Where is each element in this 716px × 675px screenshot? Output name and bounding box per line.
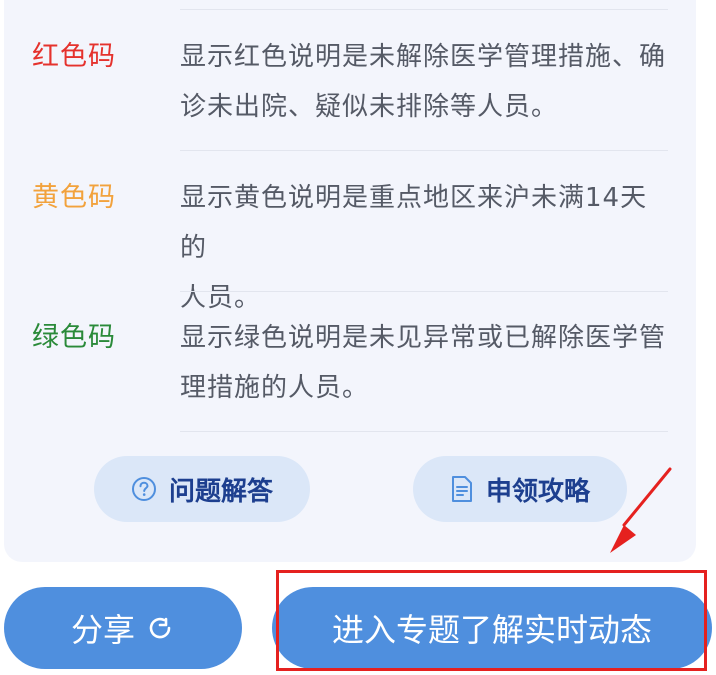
red-code-description: 显示红色说明是未解除医学管理措施、确 诊未出院、疑似未排除等人员。	[180, 42, 667, 122]
divider	[180, 291, 668, 292]
red-code-label: 红色码	[32, 41, 116, 72]
divider	[180, 9, 668, 10]
faq-button-label: 问题解答	[168, 476, 273, 507]
refresh-icon	[145, 613, 175, 643]
guide-button-label: 申领攻略	[485, 476, 590, 507]
green-code-description: 显示绿色说明是未见异常或已解除医学管 理措施的人员。	[180, 323, 667, 403]
divider	[180, 431, 668, 432]
share-button[interactable]: 分享	[4, 587, 242, 669]
share-button-label: 分享	[70, 611, 135, 649]
enter-topic-button[interactable]: 进入专题了解实时动态	[272, 587, 712, 669]
enter-topic-button-label: 进入专题了解实时动态	[331, 611, 652, 649]
annotation-arrow	[610, 467, 672, 553]
page: 红色码 显示红色说明是未解除医学管理措施、确 诊未出院、疑似未排除等人员。 黄色…	[0, 0, 716, 675]
divider	[180, 150, 668, 151]
question-circle-icon	[131, 476, 157, 502]
document-icon	[450, 475, 474, 503]
green-code-label: 绿色码	[32, 322, 116, 353]
faq-button[interactable]: 问题解答	[94, 456, 310, 522]
yellow-code-label: 黄色码	[32, 182, 116, 213]
yellow-code-description: 显示黄色说明是重点地区来沪未满14天的 人员。	[180, 183, 648, 313]
